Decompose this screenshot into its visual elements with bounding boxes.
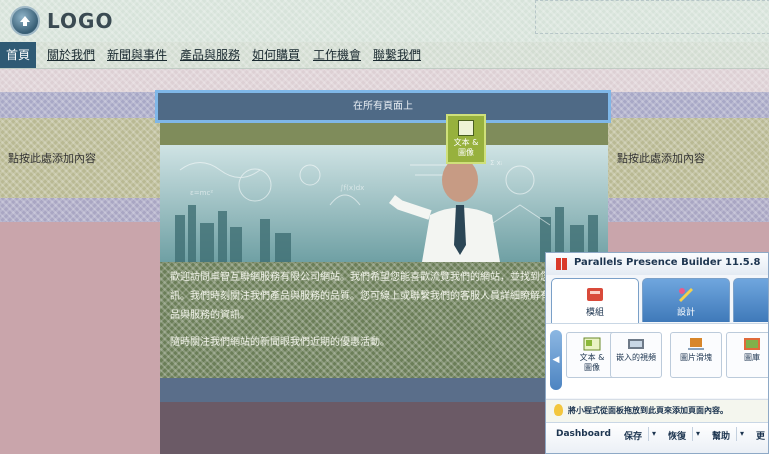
logo-arrow-icon [10,6,40,36]
module-image-slider-label: 圖片滑塊 [680,353,712,362]
svg-text:Σ xᵢ: Σ xᵢ [490,159,502,167]
left-add-content-placeholder[interactable]: 點按此處添加內容 [0,145,160,173]
content-top-bar [160,123,608,145]
builder-panel[interactable]: Parallels Presence Builder 11.5.8 模組 設計 … [545,252,769,454]
tab-modules-label: 模組 [585,308,604,318]
parallels-logo-icon [556,258,567,270]
all-pages-drop-zone[interactable]: 在所有頁面上 [155,90,611,123]
builder-tabs: 模組 設計 [546,278,768,324]
save-dropdown-chevron-icon[interactable]: ▾ [648,427,659,441]
footer-region [160,402,608,454]
main-nav: 首頁 關於我們 新聞與事件 產品與服務 如何購買 工作機會 聯繫我們 [0,42,769,69]
module-embedded-video[interactable]: 嵌入的視頻 [610,332,662,378]
site-header: LOGO [0,0,769,42]
widget-label-line1: 文本 & [453,138,479,147]
nav-item-about[interactable]: 關於我們 [47,42,95,68]
layout-band [0,69,769,92]
dashboard-button[interactable]: Dashboard [556,429,611,439]
design-icon [679,288,693,302]
builder-panel-titlebar[interactable]: Parallels Presence Builder 11.5.8 [546,253,768,275]
lightbulb-icon [554,404,563,416]
modules-list: ◀ 文本 & 圖像 嵌入的視頻 圖片滑塊 圖庫 [546,323,768,398]
nav-item-home[interactable]: 首頁 [0,42,37,68]
tab-design-label: 設計 [676,308,695,318]
svg-text:∫f(x)dx: ∫f(x)dx [340,184,364,192]
right-add-content-placeholder[interactable]: 點按此處添加內容 [608,145,769,173]
all-pages-label: 在所有頁面上 [353,101,413,112]
nav-item-products[interactable]: 產品與服務 [180,42,240,68]
content-block[interactable]: 歡迎訪問卓智互聯網服務有限公司網站。我們希望您能喜歡流覽我們的網站，並找到您需要… [160,262,608,378]
scroll-left-button[interactable]: ◀ [550,330,562,390]
builder-panel-title: Parallels Presence Builder 11.5.8 [574,257,761,268]
builder-bottom-bar: Dashboard 保存 ▾ 恢復 ▾ 幫助 ▾ 更 [546,422,768,453]
tab-design[interactable]: 設計 [642,278,730,322]
restore-button[interactable]: 恢復 [668,429,686,442]
text-image-icon [583,337,601,351]
module-image-slider[interactable]: 圖片滑塊 [670,332,722,378]
help-button[interactable]: 幫助 [712,429,730,442]
module-embedded-video-label: 嵌入的視頻 [616,353,656,362]
more-button[interactable]: 更 [756,429,765,442]
tab-modules[interactable]: 模組 [551,278,639,324]
help-dropdown-chevron-icon[interactable]: ▾ [736,427,747,441]
video-icon [628,339,644,349]
widget-label-line2: 圖像 [458,148,474,157]
logo-text: LOGO [47,9,114,33]
builder-hint-text: 將小程式從面板拖放到此頁來添加頁面內容。 [568,406,728,415]
save-button[interactable]: 保存 [624,429,642,442]
builder-hint: 將小程式從面板拖放到此頁來添加頁面內容。 [546,399,768,422]
content-paragraph-intro: 歡迎訪問卓智互聯網服務有限公司網站。我們希望您能喜歡流覽我們的網站，並找到您需要… [170,272,590,321]
dragged-text-image-widget[interactable]: 文本 & 圖像 [446,114,486,164]
hero-image: ε=mc² ∫f(x)dx Σ xᵢ [160,145,608,262]
module-gallery[interactable]: 圖庫 [726,332,768,378]
nav-item-news[interactable]: 新聞與事件 [107,42,167,68]
restore-dropdown-chevron-icon[interactable]: ▾ [692,427,703,441]
nav-item-contact[interactable]: 聯繫我們 [373,42,421,68]
site-logo[interactable]: LOGO [10,5,113,37]
svg-text:ε=mc²: ε=mc² [190,189,213,197]
module-gallery-label: 圖庫 [744,353,760,362]
text-image-icon [458,120,474,136]
content-paragraph-news: 隨時關注我們網站的新聞眼我們近期的優惠活動。 [170,337,390,348]
gallery-icon [744,338,760,350]
modules-icon [587,288,603,301]
nav-item-how-to-buy[interactable]: 如何購買 [252,42,300,68]
header-placeholder-region [535,0,769,34]
content-bottom-bar [160,378,608,402]
slider-icon [688,338,704,350]
nav-item-jobs[interactable]: 工作機會 [313,42,361,68]
tab-more[interactable] [733,278,768,322]
